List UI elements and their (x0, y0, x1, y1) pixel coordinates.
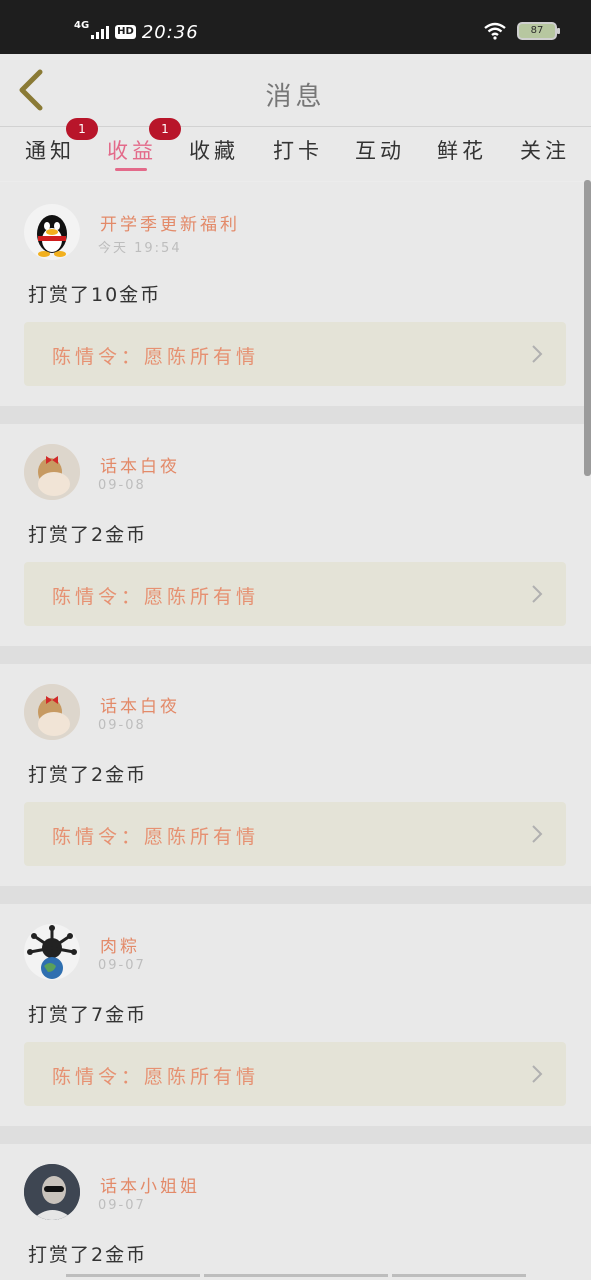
message-date: 今天 19:54 (98, 241, 182, 256)
virus-earth-avatar[interactable] (24, 924, 80, 980)
list-item[interactable]: 话本白夜 09-08 打赏了2金币 陈情令：愿陈所有情 (0, 664, 591, 886)
active-tab-indicator (115, 168, 147, 171)
girl-with-bow-avatar[interactable] (24, 684, 80, 740)
sender-name: 肉粽 (100, 937, 140, 957)
divider (0, 646, 591, 664)
book-title: 陈情令：愿陈所有情 (52, 586, 260, 608)
reward-text: 打赏了7金币 (28, 1004, 148, 1026)
book-card[interactable]: 陈情令：愿陈所有情 (24, 562, 566, 626)
sender-name: 话本小姐姐 (100, 1177, 200, 1197)
network-type: 4G (74, 20, 90, 31)
tab-checkin[interactable]: 打卡 (273, 135, 323, 165)
divider (0, 1126, 591, 1144)
nav-gesture-hint (66, 1274, 200, 1277)
book-card[interactable]: 陈情令：愿陈所有情 (24, 322, 566, 386)
chevron-right-icon (532, 1065, 543, 1083)
sender-name: 话本白夜 (100, 457, 180, 477)
book-title: 陈情令：愿陈所有情 (52, 826, 260, 848)
girl-with-bow-avatar[interactable] (24, 444, 80, 500)
message-date: 09-07 (98, 1198, 146, 1213)
scrollbar[interactable] (584, 180, 591, 476)
tab-follow[interactable]: 关注 (520, 135, 570, 165)
tab-favorites[interactable]: 收藏 (189, 135, 239, 165)
message-date: 09-07 (98, 958, 146, 973)
reward-text: 打赏了2金币 (28, 1244, 148, 1266)
list-item[interactable]: 肉粽 09-07 打赏了7金币 陈情令：愿陈所有情 (0, 904, 591, 1126)
status-right: 87 (483, 22, 560, 40)
earnings-badge: 1 (149, 118, 181, 140)
nav-header: 消息 (0, 54, 591, 127)
sender-name: 开学季更新福利 (100, 215, 240, 235)
tab-flowers[interactable]: 鲜花 (437, 135, 487, 165)
status-left: 4G HD 20:36 (74, 20, 199, 44)
book-card[interactable]: 陈情令：愿陈所有情 (24, 1042, 566, 1106)
person-sunglasses-avatar[interactable] (24, 1164, 80, 1220)
nav-gesture-hint (204, 1274, 388, 1277)
message-date: 09-08 (98, 718, 146, 733)
list-item[interactable]: 开学季更新福利 今天 19:54 打赏了10金币 陈情令：愿陈所有情 (0, 182, 591, 406)
clock: 20:36 (141, 21, 199, 43)
tab-notifications[interactable]: 通知 (25, 135, 75, 165)
penguin-avatar[interactable] (24, 204, 80, 260)
reward-text: 打赏了2金币 (28, 764, 148, 786)
battery-icon: 87 (517, 22, 560, 40)
chevron-right-icon (532, 345, 543, 363)
tab-interactions[interactable]: 互动 (355, 135, 405, 165)
chevron-right-icon (532, 585, 543, 603)
book-card[interactable]: 陈情令：愿陈所有情 (24, 802, 566, 866)
signal-icon (91, 25, 110, 39)
list-item[interactable]: 话本小姐姐 09-07 打赏了2金币 (0, 1144, 591, 1280)
divider (0, 406, 591, 424)
reward-text: 打赏了2金币 (28, 524, 148, 546)
page-title: 消息 (265, 82, 326, 112)
divider (0, 886, 591, 904)
sender-name: 话本白夜 (100, 697, 180, 717)
book-title: 陈情令：愿陈所有情 (52, 346, 260, 368)
notifications-badge: 1 (66, 118, 98, 140)
wifi-icon (484, 22, 506, 40)
message-date: 09-08 (98, 478, 146, 493)
nav-gesture-hint (392, 1274, 526, 1277)
book-title: 陈情令：愿陈所有情 (52, 1066, 260, 1088)
tab-earnings[interactable]: 收益 (107, 135, 157, 165)
reward-text: 打赏了10金币 (28, 284, 162, 306)
list-item[interactable]: 话本白夜 09-08 打赏了2金币 陈情令：愿陈所有情 (0, 424, 591, 646)
status-bar: 4G HD 20:36 87 (0, 0, 591, 54)
hd-icon: HD (115, 25, 136, 39)
chevron-right-icon (532, 825, 543, 843)
